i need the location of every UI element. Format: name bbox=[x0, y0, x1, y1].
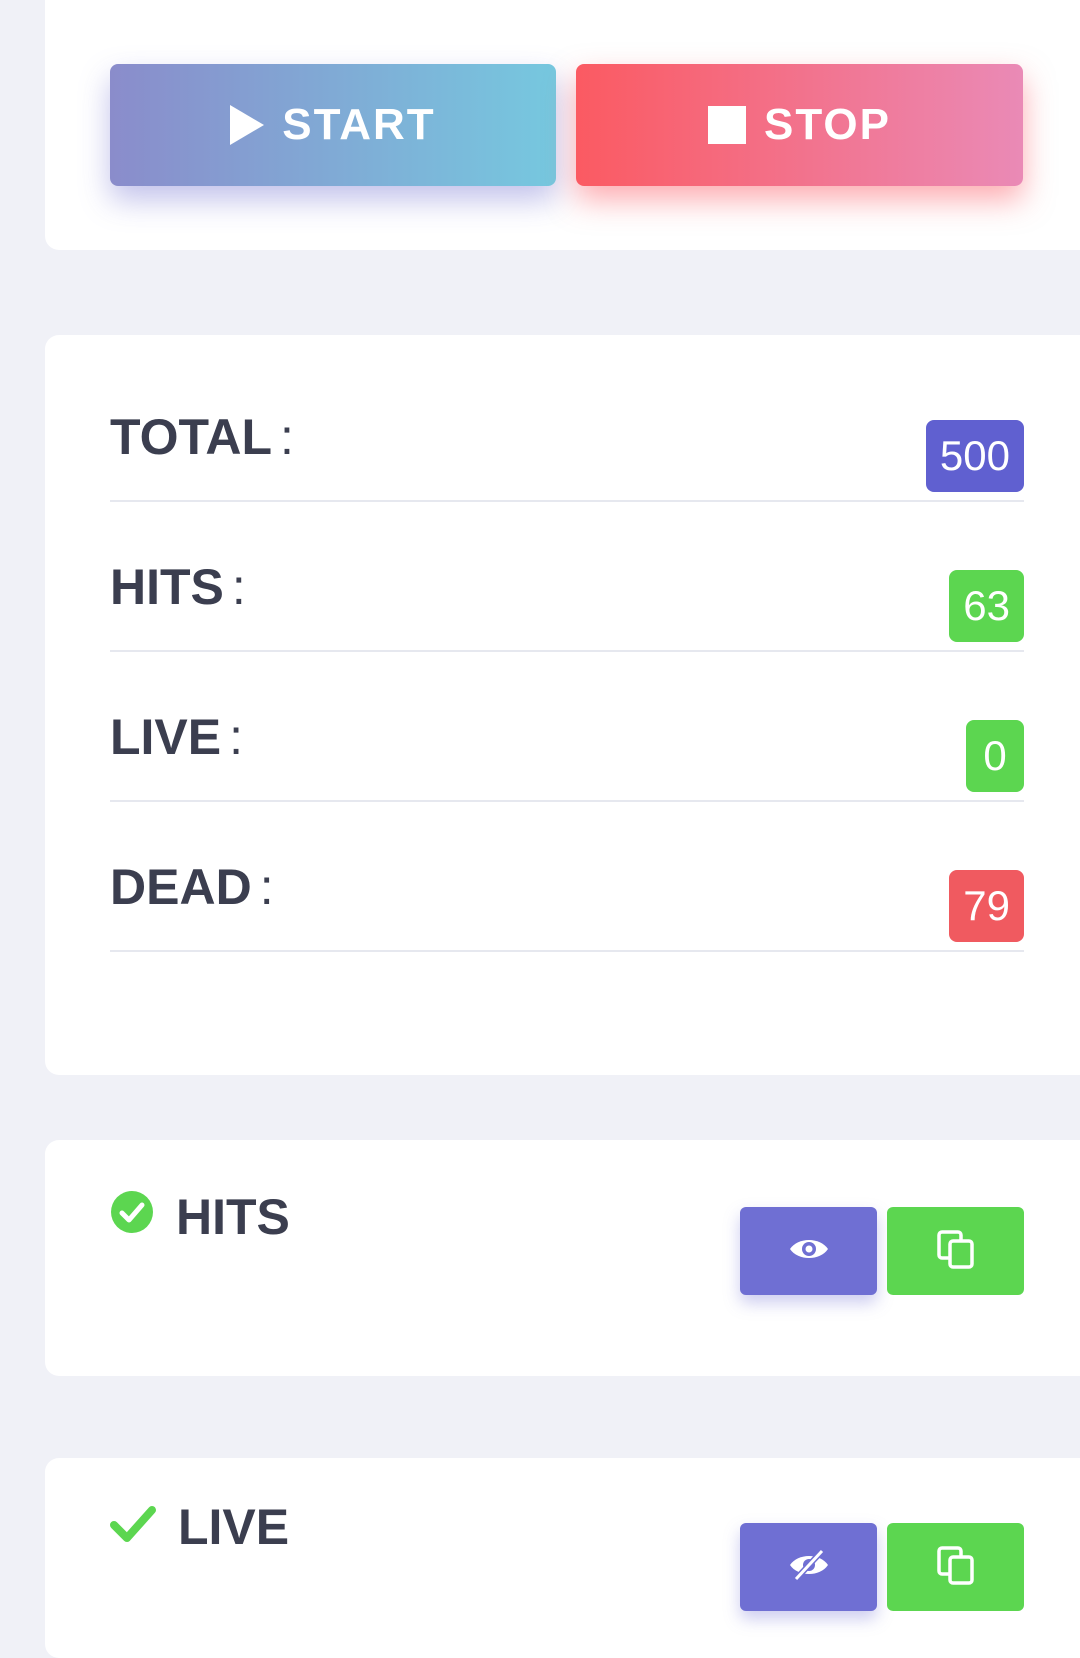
play-icon bbox=[230, 105, 265, 145]
copy-live-button[interactable] bbox=[887, 1523, 1024, 1611]
stat-row-live: LIVE: 0 bbox=[110, 650, 1024, 802]
stat-badge-hits: 63 bbox=[949, 570, 1024, 642]
start-button[interactable]: START bbox=[110, 64, 556, 186]
stop-icon bbox=[707, 106, 746, 144]
stat-label: HITS: bbox=[110, 559, 246, 615]
live-section-card: LIVE bbox=[45, 1458, 1080, 1658]
stat-badge-live: 0 bbox=[966, 720, 1024, 792]
eye-slash-icon bbox=[788, 1548, 830, 1586]
copy-hits-button[interactable] bbox=[887, 1207, 1024, 1295]
controls-card: START STOP bbox=[45, 0, 1080, 250]
view-hits-button[interactable] bbox=[740, 1207, 877, 1295]
stat-row-hits: HITS: 63 bbox=[110, 500, 1024, 652]
stat-label: LIVE: bbox=[110, 709, 244, 765]
hits-section-label: HITS bbox=[176, 1189, 290, 1245]
stat-label: TOTAL: bbox=[110, 409, 294, 465]
start-button-label: START bbox=[282, 100, 436, 149]
copy-icon bbox=[935, 1544, 977, 1591]
hits-section-card: HITS bbox=[45, 1140, 1080, 1376]
eye-icon bbox=[788, 1235, 830, 1268]
copy-icon bbox=[935, 1228, 977, 1275]
stop-button[interactable]: STOP bbox=[576, 64, 1023, 186]
check-icon bbox=[110, 1498, 156, 1556]
view-live-button[interactable] bbox=[740, 1523, 877, 1611]
stat-row-dead: DEAD: 79 bbox=[110, 800, 1024, 952]
stat-badge-total: 500 bbox=[925, 420, 1024, 492]
stat-badge-dead: 79 bbox=[949, 870, 1024, 942]
live-section-title: LIVE bbox=[110, 1498, 289, 1556]
stat-row-total: TOTAL: 500 bbox=[110, 350, 1024, 502]
stats-card: TOTAL: 500 HITS: 63 LIVE: 0 DEAD: 79 bbox=[45, 335, 1080, 1075]
hits-section-title: HITS bbox=[110, 1188, 290, 1246]
check-circle-icon bbox=[110, 1188, 154, 1246]
stop-button-label: STOP bbox=[763, 100, 891, 149]
live-section-label: LIVE bbox=[178, 1499, 290, 1555]
stat-label: DEAD: bbox=[110, 859, 274, 915]
